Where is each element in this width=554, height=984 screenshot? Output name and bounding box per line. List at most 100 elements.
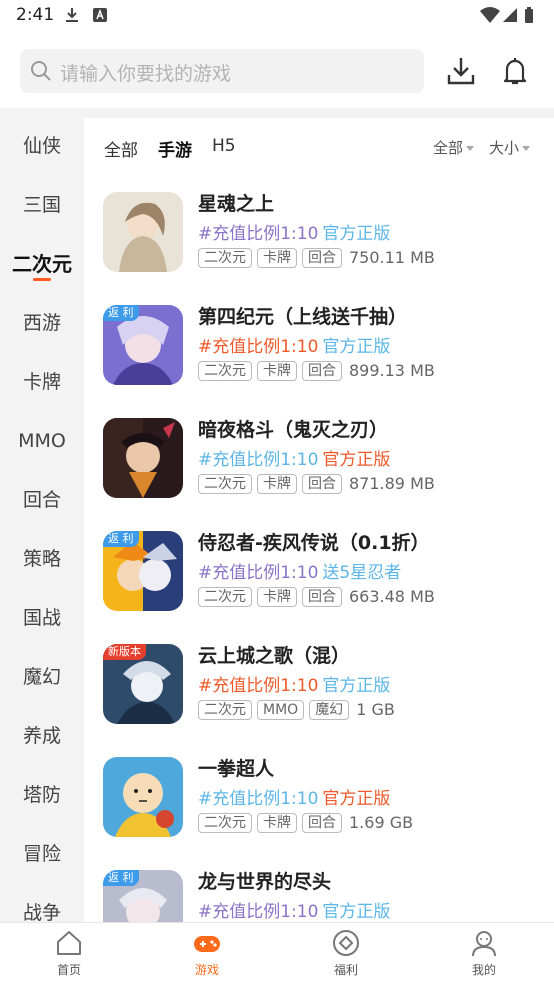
game-icon-yiquanchaoren	[103, 757, 183, 837]
game-item[interactable]: 星魂之上 #充值比例1:10 官方正版 二次元 卡牌 回合 750.11 MB	[103, 192, 543, 272]
header-divider	[0, 108, 554, 118]
tab-h5[interactable]: H5	[212, 136, 236, 156]
game-size: 899.13 MB	[349, 361, 435, 380]
promo-label: 官方正版	[322, 224, 391, 244]
nav-home-label: 首页	[56, 963, 81, 977]
sidebar-item-xiyou[interactable]: 西游	[0, 303, 84, 343]
game-tags: 二次元 卡牌 回合 750.11 MB	[198, 247, 435, 269]
nav-profile-label: 我的	[471, 963, 496, 977]
sidebar-item-mmo[interactable]: MMO	[0, 421, 84, 461]
sidebar-item-celue[interactable]: 策略	[0, 539, 84, 579]
nav-welfare[interactable]: 福利	[306, 929, 386, 978]
status-bar: 2:41	[0, 0, 554, 32]
recharge-ratio: #充值比例1:10	[198, 224, 319, 244]
sidebar-item-sanguo[interactable]: 三国	[0, 185, 84, 225]
profile-icon	[472, 931, 496, 957]
game-title: 星魂之上	[198, 193, 275, 215]
nav-welfare-label: 福利	[333, 963, 358, 977]
game-icon-shirenzhe: 返 利	[103, 531, 183, 611]
gift-icon	[333, 930, 359, 956]
sidebar-item-huihe[interactable]: 回合	[0, 480, 84, 520]
signal-icon	[503, 8, 517, 22]
game-title: 龙与世界的尽头	[198, 871, 332, 893]
rebate-badge: 返 利	[103, 531, 139, 547]
promo-label: 官方正版	[322, 902, 391, 922]
gamepad-icon	[194, 936, 220, 952]
game-icon-yunshangcheng: 新版本	[103, 644, 183, 724]
tag: 二次元	[198, 360, 252, 381]
game-promo: #充值比例1:10 送5星忍者	[198, 558, 401, 583]
game-item[interactable]: 返 利 第四纪元（上线送千抽） #充值比例1:10 官方正版 二次元 卡牌 回合 899…	[103, 305, 543, 385]
game-tags: 二次元 卡牌 回合 871.89 MB	[198, 473, 435, 495]
filter-dropdown-all[interactable]: 全部	[433, 137, 475, 158]
download-status-icon	[66, 8, 78, 22]
sidebar-item-mohuan[interactable]: 魔幻	[0, 657, 84, 697]
game-title: 暗夜格斗（鬼灭之刃）	[198, 419, 389, 441]
tag: MMO	[257, 699, 305, 720]
game-size: 1 GB	[356, 700, 395, 719]
search-input[interactable]: 请输入你要找的游戏	[20, 49, 424, 93]
game-tags: 二次元 MMO 魔幻 1 GB	[198, 699, 395, 721]
app-status-icon	[93, 8, 107, 22]
game-icon-disijiyuan: 返 利	[103, 305, 183, 385]
game-promo: #充值比例1:10 官方正版	[198, 671, 390, 696]
promo-label: 官方正版	[322, 450, 391, 470]
chevron-down-icon	[466, 146, 475, 151]
game-icon-xinghun	[103, 192, 183, 272]
new-version-badge: 新版本	[103, 644, 146, 660]
tag: 卡牌	[257, 812, 297, 833]
game-promo: #充值比例1:10 官方正版	[198, 897, 390, 922]
filter-dropdown-size-label: 大小	[489, 139, 520, 157]
game-promo: #充值比例1:10 官方正版	[198, 219, 390, 244]
recharge-ratio: #充值比例1:10	[198, 450, 319, 470]
game-item[interactable]: 暗夜格斗（鬼灭之刃） #充值比例1:10 官方正版 二次元 卡牌 回合 871.89 M…	[103, 418, 543, 498]
game-promo: #充值比例1:10 官方正版	[198, 332, 390, 357]
search-placeholder: 请输入你要找的游戏	[60, 63, 232, 85]
tag: 二次元	[198, 586, 252, 607]
nav-profile[interactable]: 我的	[444, 929, 524, 978]
promo-label: 官方正版	[322, 676, 391, 696]
game-size: 750.11 MB	[349, 248, 435, 267]
game-item[interactable]: 返 利 侍忍者-疾风传说（0.1折） #充值比例1:10 送5星忍者 二次元 卡牌回…	[103, 531, 543, 611]
sidebar-item-maoxian[interactable]: 冒险	[0, 834, 84, 874]
bottom-navigation: 首页 游戏 福利 我的	[0, 922, 554, 984]
game-tags: 二次元 卡牌 回合 899.13 MB	[198, 360, 435, 382]
sidebar-item-xianxia[interactable]: 仙侠	[0, 126, 84, 166]
filter-dropdown-size[interactable]: 大小	[489, 137, 531, 158]
sidebar-item-guozhan[interactable]: 国战	[0, 598, 84, 638]
nav-home[interactable]: 首页	[29, 929, 109, 978]
game-promo: #充值比例1:10 官方正版	[198, 784, 390, 809]
tab-mobile[interactable]: 手游	[158, 136, 192, 161]
game-title: 侍忍者-疾风传说（0.1折）	[198, 532, 430, 554]
active-category-indicator	[33, 278, 51, 281]
sidebar-item-zhanzheng[interactable]: 战争	[0, 893, 84, 922]
game-item[interactable]: 新版本 云上城之歌（混） #充值比例1:10 官方正版 二次元 MMO 魔幻 1 GB	[103, 644, 543, 724]
promo-label: 官方正版	[322, 789, 391, 809]
sidebar-item-yangcheng[interactable]: 养成	[0, 716, 84, 756]
tag: 卡牌	[257, 586, 297, 607]
tag: 二次元	[198, 812, 252, 833]
game-title: 第四纪元（上线送千抽）	[198, 306, 408, 328]
tag: 回合	[302, 247, 342, 268]
promo-label: 送5星忍者	[322, 563, 402, 583]
nav-games-label: 游戏	[194, 963, 219, 977]
game-item[interactable]: 返 利 龙与世界的尽头 #充值比例1:10 官方正版	[103, 870, 543, 922]
category-sidebar: 仙侠 三国 二次元 西游 卡牌 MMO 回合 策略 国战 魔幻 养成 塔防 冒险…	[0, 118, 84, 922]
game-icon-anyegedou	[103, 418, 183, 498]
nav-games[interactable]: 游戏	[167, 929, 247, 978]
tab-all[interactable]: 全部	[104, 136, 138, 161]
tag: 二次元	[198, 473, 252, 494]
game-size: 871.89 MB	[349, 474, 435, 493]
tag: 回合	[302, 812, 342, 833]
game-promo: #充值比例1:10 官方正版	[198, 445, 390, 470]
bell-icon[interactable]	[499, 55, 531, 87]
download-icon[interactable]	[445, 55, 477, 87]
recharge-ratio: #充值比例1:10	[198, 337, 319, 357]
game-size: 1.69 GB	[349, 813, 414, 832]
game-list-panel: 全部 手游 H5 全部 大小 星魂之上 #充值比例1:10 官方正版 二次元 卡牌回…	[84, 118, 554, 922]
recharge-ratio: #充值比例1:10	[198, 902, 319, 922]
game-title: 一拳超人	[198, 758, 275, 780]
sidebar-item-tafang[interactable]: 塔防	[0, 775, 84, 815]
sidebar-item-kapai[interactable]: 卡牌	[0, 362, 84, 402]
game-item[interactable]: 一拳超人 #充值比例1:10 官方正版 二次元 卡牌 回合 1.69 GB	[103, 757, 543, 837]
